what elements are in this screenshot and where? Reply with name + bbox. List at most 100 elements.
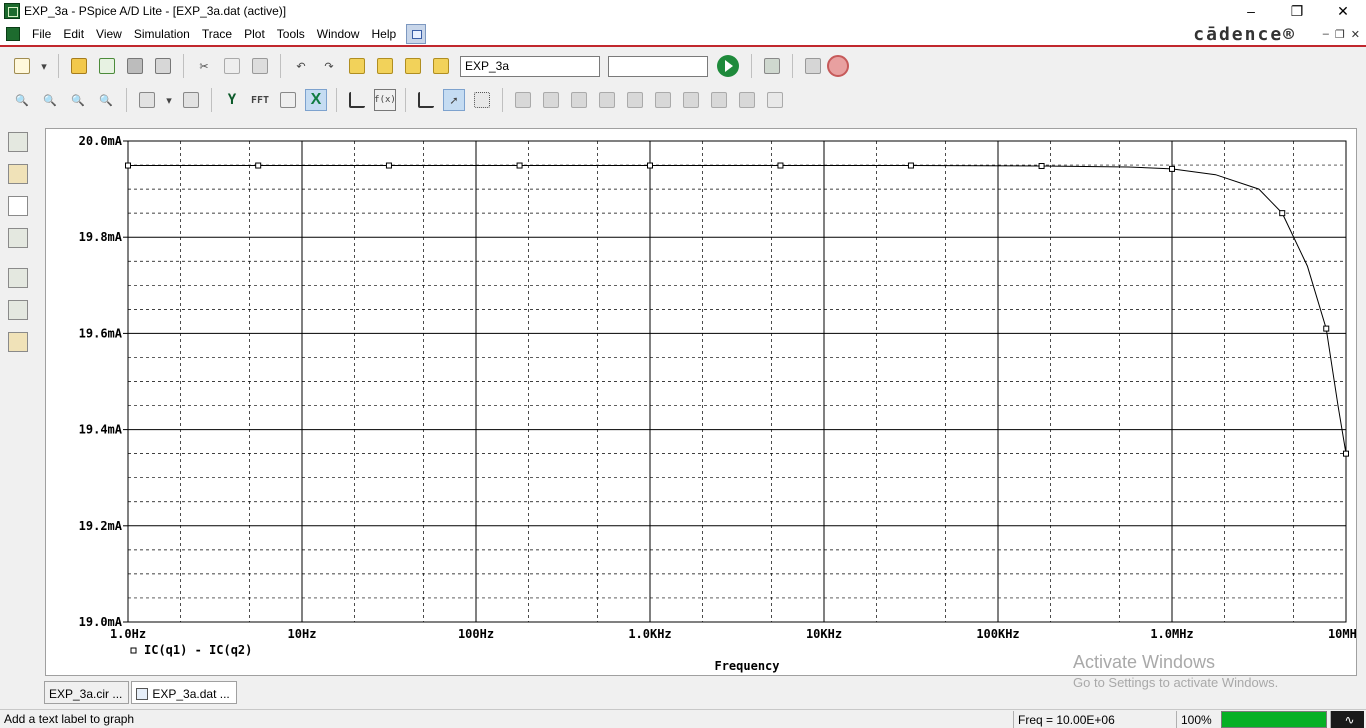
legend-label: IC(q1) - IC(q2) [144, 643, 252, 657]
zoom-out-icon[interactable]: 🔍 [39, 89, 61, 111]
data-point-marker [1169, 165, 1175, 172]
log-x-axis-icon[interactable] [136, 89, 158, 111]
cursor-min-icon[interactable] [596, 89, 618, 111]
menu-simulation[interactable]: Simulation [128, 27, 196, 41]
copy-icon[interactable] [221, 55, 243, 77]
y-tick-label: 19.8mA [79, 230, 123, 244]
menu-window[interactable]: Window [311, 27, 366, 41]
open-folder-icon[interactable] [68, 55, 90, 77]
zoom-fit-icon[interactable]: 🔍 [95, 89, 117, 111]
window-controls: – ❐ ✕ [1228, 0, 1366, 22]
cursor-max-icon[interactable] [624, 89, 646, 111]
voltage-marker-icon[interactable] [374, 55, 396, 77]
cut-icon[interactable]: ✂ [193, 55, 215, 77]
view-simulation-results-icon[interactable] [761, 55, 783, 77]
stop-simulation-button[interactable] [827, 55, 849, 77]
waveform-status-icon[interactable]: ∿ [1330, 711, 1364, 728]
undo-icon[interactable]: ↶ [290, 55, 312, 77]
new-simulation-profile-icon[interactable] [96, 55, 118, 77]
excel-export-button[interactable]: X [305, 89, 327, 111]
menu-trace[interactable]: Trace [196, 27, 238, 41]
probe-window-icon[interactable] [8, 228, 28, 248]
menu-help[interactable]: Help [365, 27, 402, 41]
tab-circuit-file[interactable]: EXP_3a.cir ... [44, 681, 130, 704]
doc-close-button[interactable]: ✕ [1351, 28, 1360, 41]
tab-label: EXP_3a.cir ... [49, 687, 123, 701]
power-marker-icon[interactable] [430, 55, 452, 77]
performance-analysis-icon[interactable] [277, 89, 299, 111]
simulation-profile-select[interactable] [460, 55, 600, 77]
toolbar-divider [58, 54, 59, 78]
status-bar: Add a text label to graph Freq = 10.00E+… [0, 709, 1366, 728]
data-point-marker [1323, 325, 1330, 332]
cursor-trough-icon[interactable] [540, 89, 562, 111]
log-y-axis-icon[interactable] [180, 89, 202, 111]
doc-minimize-button[interactable]: – [1323, 28, 1329, 41]
pause-simulation-icon[interactable] [802, 55, 824, 77]
window-layout-icon[interactable] [406, 23, 427, 44]
toolbar-divider [405, 88, 406, 112]
add-plot-icon[interactable] [8, 268, 28, 288]
new-dropdown-chevron-icon[interactable]: ▾ [39, 55, 49, 77]
add-trace-icon[interactable] [346, 89, 368, 111]
document-icon[interactable] [6, 26, 20, 41]
data-point-marker [125, 162, 131, 169]
add-y-axis-button[interactable]: Y [221, 89, 243, 111]
annotate-plot-icon[interactable] [8, 332, 28, 352]
toggle-cursor-icon[interactable] [415, 89, 437, 111]
menu-tools[interactable]: Tools [271, 27, 311, 41]
output-file-icon[interactable] [8, 164, 28, 184]
left-sidebar [0, 118, 36, 698]
zoom-area-icon[interactable]: 🔍 [67, 89, 89, 111]
toolbar-divider [792, 54, 793, 78]
x-tick-label: 10Hz [288, 627, 317, 641]
tab-label: EXP_3a.dat ... [152, 687, 230, 701]
zoom-in-icon[interactable]: 🔍 [11, 89, 33, 111]
close-button[interactable]: ✕ [1320, 0, 1366, 22]
cursor-point-icon[interactable] [652, 89, 674, 111]
x-tick-label: 1.0MHz [1150, 627, 1193, 641]
doc-restore-button[interactable]: ❐ [1335, 28, 1345, 41]
x-tick-label: 1.0Hz [110, 627, 146, 641]
cursor-slope-icon[interactable] [568, 89, 590, 111]
paste-icon[interactable] [249, 55, 271, 77]
cadence-logo: cādence® [1193, 24, 1296, 45]
new-file-button[interactable] [11, 55, 33, 77]
log-dropdown-chevron-icon[interactable]: ▾ [164, 89, 174, 111]
minimize-button[interactable]: – [1228, 0, 1274, 22]
window-title: EXP_3a - PSpice A/D Lite - [EXP_3a.dat (… [24, 4, 287, 18]
probe-plot-window[interactable]: 19.0mA 19.2mA 19.4mA 19.6mA 19.8mA 20.0mA 1.0H… [45, 128, 1357, 676]
simulation-log-icon[interactable] [8, 196, 28, 216]
restore-button[interactable]: ❐ [1274, 0, 1320, 22]
cursor-search-icon[interactable] [680, 89, 702, 111]
y-tick-label: 19.2mA [79, 519, 123, 533]
marker-icon[interactable] [346, 55, 368, 77]
eval-goal-function-button[interactable]: f(x) [374, 89, 396, 111]
mark-label-icon[interactable] [764, 89, 786, 111]
data-point-marker [1279, 210, 1286, 217]
pspice-app-icon[interactable] [4, 3, 20, 19]
toolbar-divider [502, 88, 503, 112]
save-icon[interactable] [124, 55, 146, 77]
current-marker-icon[interactable] [402, 55, 424, 77]
bias-view-icon[interactable] [8, 132, 28, 152]
previous-transition-icon[interactable] [736, 89, 758, 111]
fft-button[interactable]: FFT [249, 89, 271, 111]
cursor-peak-icon[interactable] [512, 89, 534, 111]
run-simulation-button[interactable] [717, 55, 739, 77]
print-icon[interactable] [152, 55, 174, 77]
next-transition-icon[interactable] [708, 89, 730, 111]
menu-edit[interactable]: Edit [57, 27, 90, 41]
tab-data-file[interactable]: EXP_3a.dat ... [131, 681, 237, 704]
menu-bar: File Edit View Simulation Trace Plot Too… [0, 22, 1366, 47]
edit-plot-icon[interactable] [8, 300, 28, 320]
y-tick-label: 20.0mA [79, 134, 123, 148]
redo-icon[interactable]: ↷ [318, 55, 340, 77]
select-pointer-icon[interactable]: ➚ [443, 89, 465, 111]
ic-frequency-chart[interactable]: 19.0mA19.2mA19.4mA19.6mA19.8mA20.0mA1.0H… [46, 129, 1356, 675]
menu-view[interactable]: View [90, 27, 128, 41]
mark-data-points-icon[interactable] [471, 89, 493, 111]
menu-plot[interactable]: Plot [238, 27, 271, 41]
menu-file[interactable]: File [26, 27, 57, 41]
secondary-profile-field[interactable] [608, 55, 708, 77]
